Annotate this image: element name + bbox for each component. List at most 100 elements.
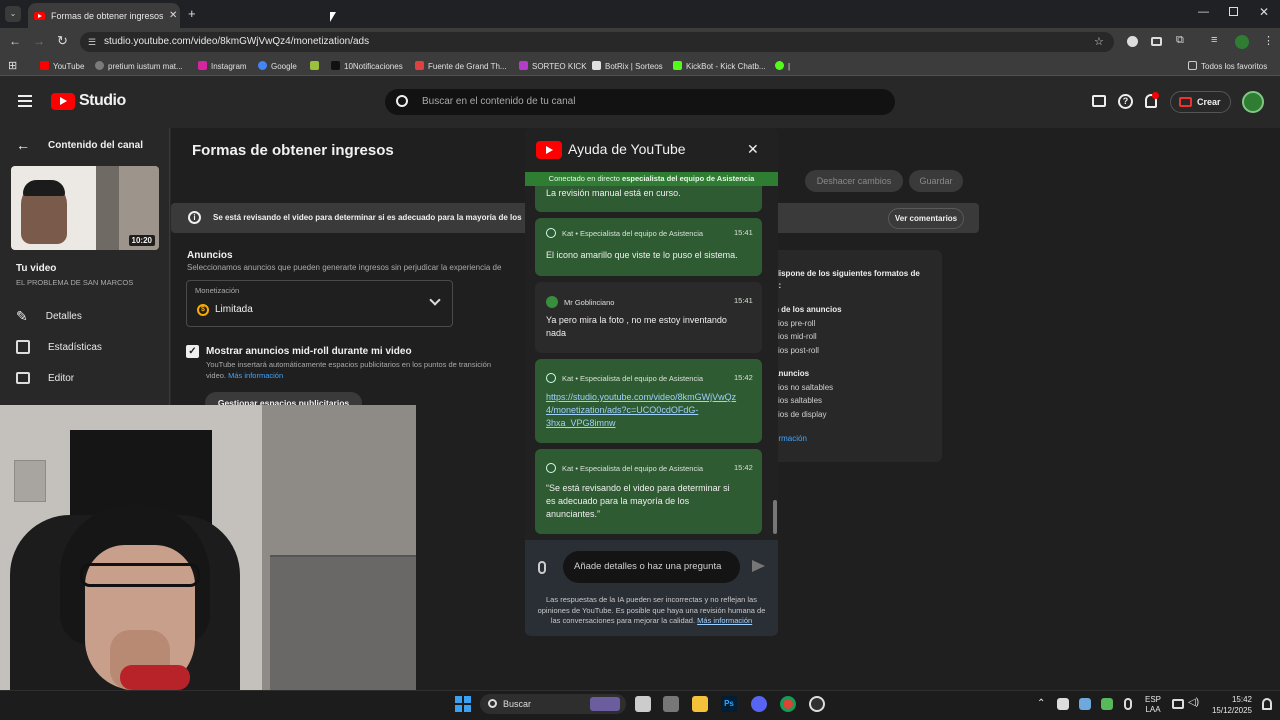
chat-message: Kat • Especialista del equipo de Asisten… (535, 218, 762, 276)
bookmark-sorteo-kick[interactable]: SORTEO KICK (519, 61, 587, 71)
midroll-checkbox[interactable]: ✓ (186, 345, 199, 358)
browser-tab[interactable]: Formas de obtener ingresos - Y ✕ (28, 3, 180, 28)
url-field[interactable]: ☰ studio.youtube.com/video/8kmGWjVwQz4/m… (80, 32, 1114, 52)
reload-icon[interactable]: ↻ (57, 33, 68, 49)
tray-icon[interactable] (1079, 698, 1091, 710)
taskbar-search-label: Buscar (503, 699, 532, 709)
extensions-area: ⧉ ≡ ⋮ (1125, 34, 1275, 50)
apps-icon[interactable]: ⊞ (8, 59, 17, 72)
more-info-link[interactable]: Más información (228, 371, 283, 380)
tab-search-button[interactable]: ⌄ (5, 6, 21, 22)
hamburger-menu-icon[interactable] (18, 95, 32, 107)
volume-icon[interactable]: ◁) (1188, 697, 1199, 708)
bookmark-botrix[interactable]: BotRix | Sorteos (592, 61, 663, 71)
close-tab-icon[interactable]: ✕ (169, 10, 177, 21)
close-window-button[interactable]: ✕ (1259, 5, 1269, 19)
disclaimer-more-info-link[interactable]: Más información (697, 616, 752, 625)
site-info-icon[interactable]: ☰ (88, 32, 96, 52)
question-input[interactable]: Añade detalles o haz una pregunta (563, 551, 740, 583)
close-icon[interactable]: ✕ (747, 141, 759, 158)
back-icon[interactable]: ← (9, 34, 21, 48)
format-item: cios no saltables (774, 383, 834, 392)
agent-icon (546, 228, 556, 238)
video-thumbnail[interactable]: 10:20 (11, 166, 159, 250)
discord-icon[interactable] (751, 696, 767, 712)
start-button[interactable] (455, 696, 471, 712)
create-button[interactable]: Crear (1170, 91, 1231, 113)
format-item: cios post-roll (774, 346, 819, 355)
message-link[interactable]: 4/monetization/ads?c=UCO0cdOFdG- (546, 404, 698, 417)
midroll-description: YouTube insertará automáticamente espaci… (206, 360, 492, 369)
channel-search-input[interactable]: Buscar en el contenido de tu canal (385, 89, 895, 115)
language-indicator[interactable]: ESP LAA (1145, 695, 1161, 715)
bookmark-google[interactable]: Google (258, 61, 297, 71)
obs-icon[interactable] (809, 696, 825, 712)
file-explorer-icon[interactable] (692, 696, 708, 712)
extension-icon[interactable] (1127, 36, 1138, 47)
chrome-icon[interactable] (780, 696, 796, 712)
message-author: Kat • Especialista del equipo de Asisten… (562, 463, 704, 473)
view-comments-button[interactable]: Ver comentarios (888, 208, 964, 229)
message-link[interactable]: https://studio.youtube.com/video/8kmGWjV… (546, 391, 736, 404)
photoshop-icon[interactable]: Ps (721, 696, 737, 712)
message-time: 15:42 (734, 463, 753, 472)
pencil-icon: ✎ (16, 308, 28, 324)
bookmark-pretium[interactable]: pretium iustum mat... (95, 61, 183, 71)
menu-icon[interactable]: ⋮ (1263, 34, 1274, 47)
save-button[interactable]: Guardar (909, 170, 963, 192)
message-time: 15:41 (734, 296, 753, 305)
bookmark-kickbot[interactable]: KickBot - Kick Chatb... (673, 61, 766, 71)
channel-avatar[interactable] (1242, 91, 1264, 113)
network-icon[interactable] (1172, 699, 1184, 709)
editor-icon (16, 372, 30, 384)
sidebar-item-editor[interactable]: Editor (16, 372, 74, 384)
formats-more-info-link[interactable]: ormación (774, 434, 807, 443)
all-bookmarks[interactable]: Todos los favoritos (1188, 61, 1267, 71)
tray-icon[interactable] (1057, 698, 1069, 710)
create-label: Crear (1197, 97, 1221, 107)
puzzle-icon[interactable]: ⧉ (1176, 34, 1184, 47)
new-tab-button[interactable]: + (188, 6, 196, 21)
minimize-button[interactable]: — (1198, 6, 1209, 18)
midroll-description-end: video. (206, 371, 227, 380)
message-link[interactable]: 3hxa_VPG8imnw (546, 417, 616, 430)
studio-wordmark: Studio (79, 92, 126, 109)
ads-subtitle: Seleccionamos anuncios que pueden genera… (187, 263, 502, 272)
tray-icon[interactable] (1101, 698, 1113, 710)
media-icon[interactable]: ≡ (1211, 34, 1217, 46)
bookmark-gta[interactable]: Fuente de Grand Th... (415, 61, 507, 71)
chat-message-user: Mr Goblinciano 15:41 Ya pero mira la fot… (535, 282, 762, 353)
taskbar-search[interactable]: Buscar (480, 694, 626, 714)
undo-changes-button[interactable]: Deshacer cambios (805, 170, 903, 192)
monetization-select[interactable]: Monetización $ Limitada (186, 280, 453, 327)
bookmark-youtube[interactable]: YouTube (40, 61, 84, 71)
help-icon[interactable]: ? (1118, 94, 1133, 109)
monetization-value: Limitada (215, 304, 253, 315)
profile-avatar-icon[interactable] (1235, 35, 1249, 49)
microphone-icon[interactable] (1124, 698, 1132, 710)
format-item: cios de display (774, 410, 827, 419)
bookmark-instagram[interactable]: Instagram (198, 61, 247, 71)
sidebar-item-details[interactable]: ✎ Detalles (16, 308, 82, 325)
forward-icon[interactable]: → (33, 34, 45, 48)
bookmark-star-icon[interactable]: ☆ (1094, 32, 1104, 52)
bookmark-slack[interactable] (310, 61, 323, 71)
maximize-button[interactable] (1229, 7, 1238, 16)
disclaimer-line-3: las conversaciones para mejorar la calid… (550, 616, 753, 625)
back-to-content-link[interactable]: ← Contenido del canal (16, 137, 143, 153)
yellow-dollar-icon: $ (197, 304, 209, 316)
studio-logo[interactable]: Studio (51, 92, 126, 110)
attach-icon[interactable] (538, 561, 546, 574)
notifications-icon[interactable] (1262, 698, 1272, 710)
comments-icon[interactable] (1092, 95, 1106, 107)
clock[interactable]: 15:42 15/12/2025 (1208, 694, 1252, 716)
extension-icon-2[interactable] (1151, 37, 1162, 46)
bookmark-10notificaciones[interactable]: 10Notificaciones (331, 61, 403, 71)
task-view-icon[interactable] (635, 696, 651, 712)
send-icon[interactable] (752, 560, 765, 572)
app-icon[interactable] (663, 696, 679, 712)
tray-chevron-icon[interactable]: ⌃ (1037, 698, 1045, 709)
bookmark-extra[interactable]: | (775, 61, 790, 71)
chat-scrollbar[interactable] (773, 500, 777, 534)
sidebar-item-analytics[interactable]: Estadísticas (16, 340, 102, 354)
